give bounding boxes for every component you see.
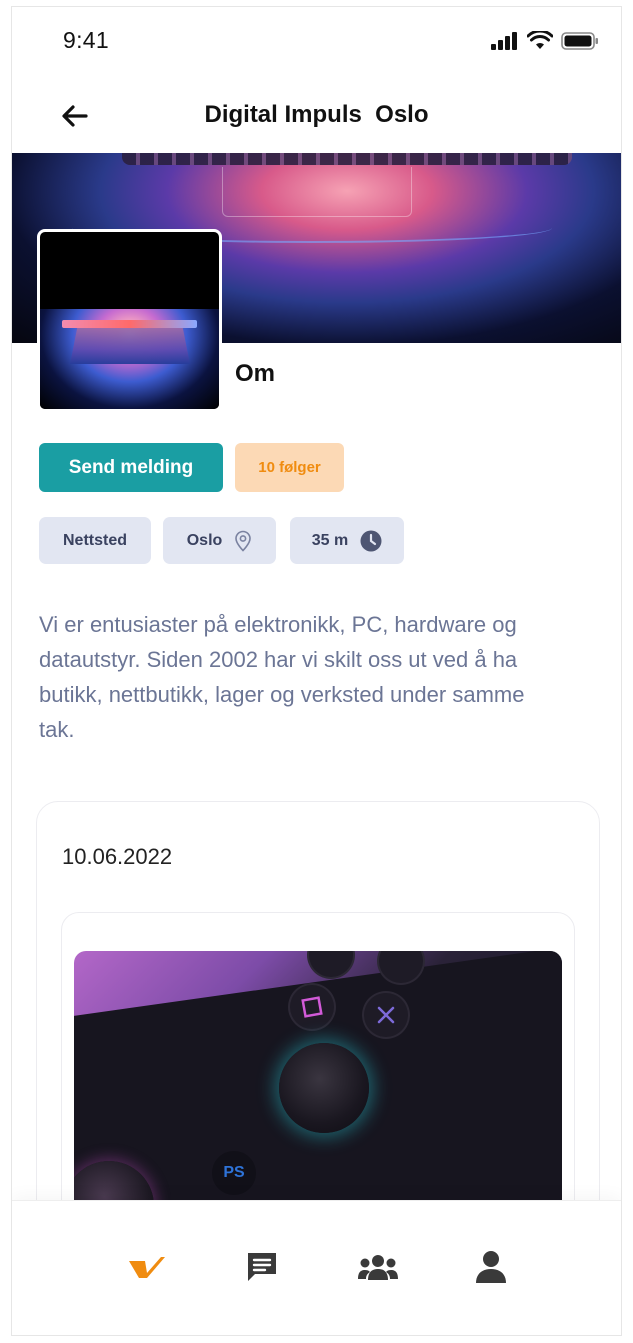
followers-badge[interactable]: 10 følger [235, 443, 344, 492]
bottom-navigation [12, 1200, 621, 1335]
wifi-icon [526, 29, 554, 55]
status-time: 9:41 [63, 27, 109, 53]
banner-trackpad [222, 167, 412, 217]
about-text: Vi er entusiaster på elektronikk, PC, ha… [39, 612, 525, 742]
phone-screen: 9:41 Digital Impuls Oslo Om Send melding… [11, 6, 622, 1336]
page-title: Digital Impuls Oslo [204, 101, 429, 128]
user-icon [476, 1251, 506, 1283]
clock-icon [360, 530, 382, 551]
home-check-icon [129, 1257, 165, 1278]
gamepad-square-button [290, 985, 334, 1029]
battery-icon [561, 31, 599, 55]
signal-icon [491, 31, 519, 55]
location-chip-label: Oslo [186, 531, 223, 549]
nav-messages[interactable] [240, 1245, 284, 1289]
banner-keyboard [122, 153, 572, 165]
location-pin-icon [235, 530, 252, 552]
nav-groups[interactable] [356, 1245, 400, 1289]
nav-header: Digital Impuls Oslo [12, 79, 621, 153]
distance-time-chip[interactable]: 35 m [290, 517, 404, 564]
group-icon [358, 1255, 398, 1280]
status-bar: 9:41 [12, 7, 621, 79]
playstation-logo-icon: PS [212, 1151, 256, 1195]
send-message-button[interactable]: Send melding [39, 443, 223, 492]
website-chip-label: Nettsted [62, 531, 127, 549]
post-date: 10.06.2022 [62, 844, 173, 869]
gamepad-cross-button [364, 993, 408, 1037]
website-chip[interactable]: Nettsted [39, 517, 151, 564]
location-chip[interactable]: Oslo [163, 517, 276, 564]
message-icon [248, 1253, 276, 1281]
gamepad-right-stick [279, 1043, 369, 1133]
distance-time-chip-label: 35 m [311, 531, 349, 549]
nav-profile[interactable] [469, 1245, 513, 1289]
section-title-about: Om [235, 360, 276, 387]
nav-home[interactable] [125, 1245, 169, 1289]
gamepad-triangle-button [309, 951, 353, 977]
status-icons [491, 29, 599, 55]
profile-avatar-image [37, 229, 222, 412]
